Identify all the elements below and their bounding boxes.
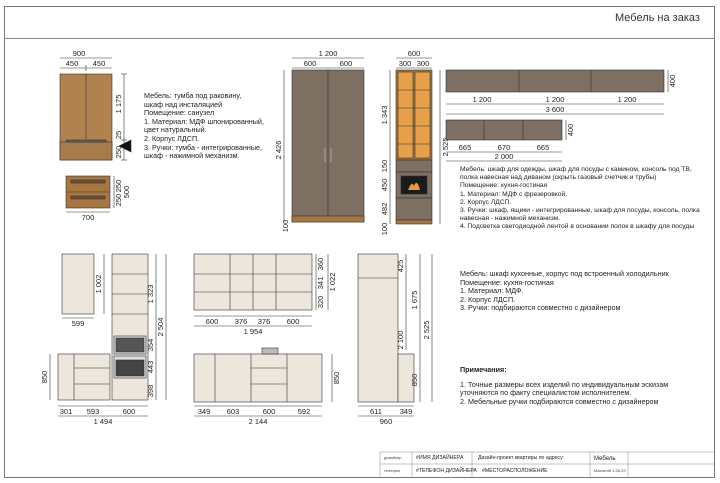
dim-mid-h3: 320 <box>316 296 325 309</box>
dim-tall-h2: 354 <box>146 339 155 352</box>
dim-fridge-top: 425 <box>396 260 405 273</box>
project-label: Дизайн-проект квартиры по адресу: <box>478 455 565 461</box>
dim-mid-up-1: 600 <box>206 317 219 326</box>
dim-upper-h: 1 002 <box>94 275 103 294</box>
dim-shelf-1: 665 <box>459 143 472 152</box>
dim-tall-h1: 1 323 <box>146 285 155 304</box>
dim-fridge-h1: 1 675 <box>410 291 419 310</box>
dim-wardrobe-base: 100 <box>281 220 290 233</box>
dim-fridge-w2: 349 <box>400 407 413 416</box>
dim-bath-top-left: 450 <box>66 59 79 68</box>
dim-wall-2: 1 200 <box>546 95 565 104</box>
dim-tall-h3: 443 <box>146 361 155 374</box>
dim-mid-base-2: 603 <box>227 407 240 416</box>
dim-bath-bottom: 700 <box>82 213 95 222</box>
dim-base-total: 1 494 <box>94 417 113 426</box>
dim-fridge-w1: 611 <box>370 407 382 416</box>
dim-col-total: 2 525 <box>441 138 450 157</box>
wardrobe-drawing <box>291 69 365 223</box>
dim-glass-top: 600 <box>408 49 421 58</box>
dim-shelf-2: 670 <box>498 143 511 152</box>
dim-wall-1: 1 200 <box>473 95 492 104</box>
dim-shelf-3: 665 <box>537 143 550 152</box>
sink-tap <box>261 347 279 355</box>
dim-mid-up-3: 376 <box>258 317 271 326</box>
designer-label: дизайнер <box>384 455 402 460</box>
dim-tall-total: 2 504 <box>156 318 165 337</box>
dim-mid-up-4: 600 <box>287 317 300 326</box>
living-notes: Мебель: шкаф для одежды, шкаф для посуды… <box>460 166 700 231</box>
drawing-sheet: { "sheet_title": "Мебель на заказ", "bat… <box>0 0 720 483</box>
fridge-column-drawing <box>357 253 415 403</box>
dim-glass-right: 300 <box>417 59 430 68</box>
fireplace-insert <box>400 175 428 195</box>
dim-mid-base-h: 850 <box>332 372 341 385</box>
dim-upper-w: 599 <box>72 319 85 328</box>
dim-fridge-total-w: 960 <box>380 417 393 426</box>
dim-glass-left: 300 <box>399 59 412 68</box>
remarks: Примечания: 1. Точные размеры всех издел… <box>460 365 669 406</box>
dim-col-h4: 482 <box>380 203 389 216</box>
dim-base-3: 600 <box>123 407 136 416</box>
kitchen-notes: Мебель: шкаф кухонные, корпус под встрое… <box>460 269 669 313</box>
dim-base-1: 301 <box>60 407 73 416</box>
dim-tall-h4: 398 <box>146 385 155 398</box>
dim-mid-h-total: 1 022 <box>328 273 337 292</box>
dim-wardrobe-left: 600 <box>304 59 317 68</box>
dim-fridge-base-h: 850 <box>410 374 419 387</box>
dim-col-h1: 1 343 <box>380 106 389 125</box>
glass-cabinet-drawing <box>395 69 433 225</box>
dim-col-h3: 450 <box>380 179 389 192</box>
sheet-name: Мебель <box>594 456 616 462</box>
dim-bath-h3: 250 <box>114 146 123 159</box>
dim-wall-3: 1 200 <box>618 95 637 104</box>
phone-label: телефон <box>384 468 401 473</box>
dim-shelf-total: 2 000 <box>495 152 514 161</box>
dim-col-h5: 100 <box>380 223 389 236</box>
scale: Масштаб 1:28,29 <box>594 468 626 473</box>
dim-mid-base-total: 2 144 <box>249 417 268 426</box>
location-value: #МЕСТОРАСПОЛОЖЕНИЕ <box>482 468 548 474</box>
bath-notes: Мебель: тумба под раковину, шкаф над инс… <box>144 91 264 161</box>
dim-mid-h1: 360 <box>316 258 325 271</box>
dim-base-2: 593 <box>87 407 100 416</box>
phone-value: #ТЕЛЕФОН ДИЗАЙНЕРА <box>416 468 477 474</box>
dim-wardrobe-h: 2 426 <box>274 141 283 160</box>
dim-bath-h2: 25 <box>114 131 123 139</box>
drawings-canvas: 900 450 450 1 175 25 250 250 250 500 700… <box>40 49 715 478</box>
dim-wall-total: 3 600 <box>546 105 565 114</box>
dim-mid-up-total: 1 954 <box>244 327 263 336</box>
dim-col-h2: 150 <box>380 160 389 173</box>
tv-shelf <box>445 119 563 141</box>
dim-wall-h: 400 <box>668 75 677 88</box>
dim-base-h: 850 <box>40 371 49 384</box>
dim-fridge-h2: 2 100 <box>396 331 405 350</box>
designer-value: #ИМЯ ДИЗАЙНЕРА <box>416 455 464 461</box>
dim-bath-top-right: 450 <box>93 59 106 68</box>
dim-fridge-total: 2 525 <box>422 321 431 340</box>
dim-mid-base-1: 349 <box>198 407 211 416</box>
dim-bath-top-total: 900 <box>73 49 86 58</box>
dim-bath-h6: 500 <box>122 186 131 199</box>
dim-mid-base-4: 592 <box>298 407 311 416</box>
dim-mid-base-3: 600 <box>263 407 276 416</box>
dim-mid-up-2: 376 <box>235 317 248 326</box>
dim-wardrobe-total: 1 200 <box>319 49 338 58</box>
dim-shelf-h: 400 <box>566 124 575 137</box>
dim-mid-h2: 341 <box>316 277 325 290</box>
dim-bath-h1: 1 175 <box>114 95 123 114</box>
dim-wardrobe-right: 600 <box>340 59 353 68</box>
bath-cabinet-drawing <box>59 73 113 209</box>
remarks-heading: Примечания: <box>460 365 507 374</box>
